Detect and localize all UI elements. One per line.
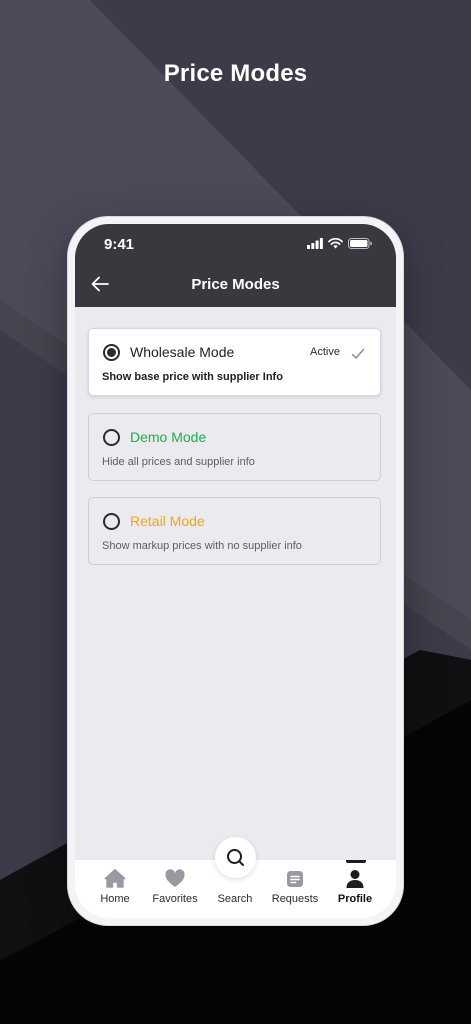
list-icon (287, 871, 303, 887)
mode-desc-wholesale: Show base price with supplier Info (102, 371, 283, 383)
screen-title: Price Modes (191, 276, 280, 293)
phone-screen: 9:41 Price Modes Wholesale Mode Active S… (75, 224, 396, 918)
mode-desc-demo: Hide all prices and supplier info (102, 456, 255, 468)
radio-wholesale[interactable] (103, 344, 120, 361)
tab-label-search: Search (217, 893, 253, 905)
active-tab-indicator (346, 860, 366, 863)
search-icon (227, 849, 244, 866)
radio-retail[interactable] (103, 513, 120, 530)
status-icons (307, 238, 372, 249)
tab-label-profile: Profile (337, 893, 373, 905)
tab-requests[interactable]: Requests (263, 868, 327, 905)
active-badge: Active (310, 346, 340, 358)
app-header: 9:41 Price Modes (75, 224, 396, 307)
heart-icon (165, 869, 185, 887)
tab-profile[interactable]: Profile (323, 868, 387, 905)
tab-label-requests: Requests (271, 893, 319, 905)
mode-title-demo: Demo Mode (130, 429, 207, 445)
tab-label-favorites: Favorites (152, 893, 198, 905)
user-icon (346, 870, 364, 888)
check-icon (351, 348, 365, 359)
mode-title-wholesale: Wholesale Mode (130, 344, 235, 360)
phone-frame: 9:41 Price Modes Wholesale Mode Active S… (68, 217, 403, 925)
battery-icon (348, 238, 372, 249)
wifi-icon (328, 238, 343, 249)
hero-title: Price Modes (163, 60, 308, 87)
tab-label-home: Home (100, 893, 130, 905)
signal-icon (307, 238, 323, 249)
mode-title-retail: Retail Mode (130, 513, 205, 529)
tab-favorites[interactable]: Favorites (143, 868, 207, 905)
mode-card-retail[interactable]: Retail Mode Show markup prices with no s… (88, 497, 381, 565)
status-time: 9:41 (104, 236, 135, 253)
home-icon (104, 869, 126, 888)
tab-home[interactable]: Home (83, 868, 147, 905)
mode-card-demo[interactable]: Demo Mode Hide all prices and supplier i… (88, 413, 381, 481)
mode-desc-retail: Show markup prices with no supplier info (102, 540, 302, 552)
search-fab-button[interactable] (215, 837, 256, 878)
radio-demo[interactable] (103, 429, 120, 446)
mode-card-wholesale[interactable]: Wholesale Mode Active Show base price wi… (88, 328, 381, 396)
